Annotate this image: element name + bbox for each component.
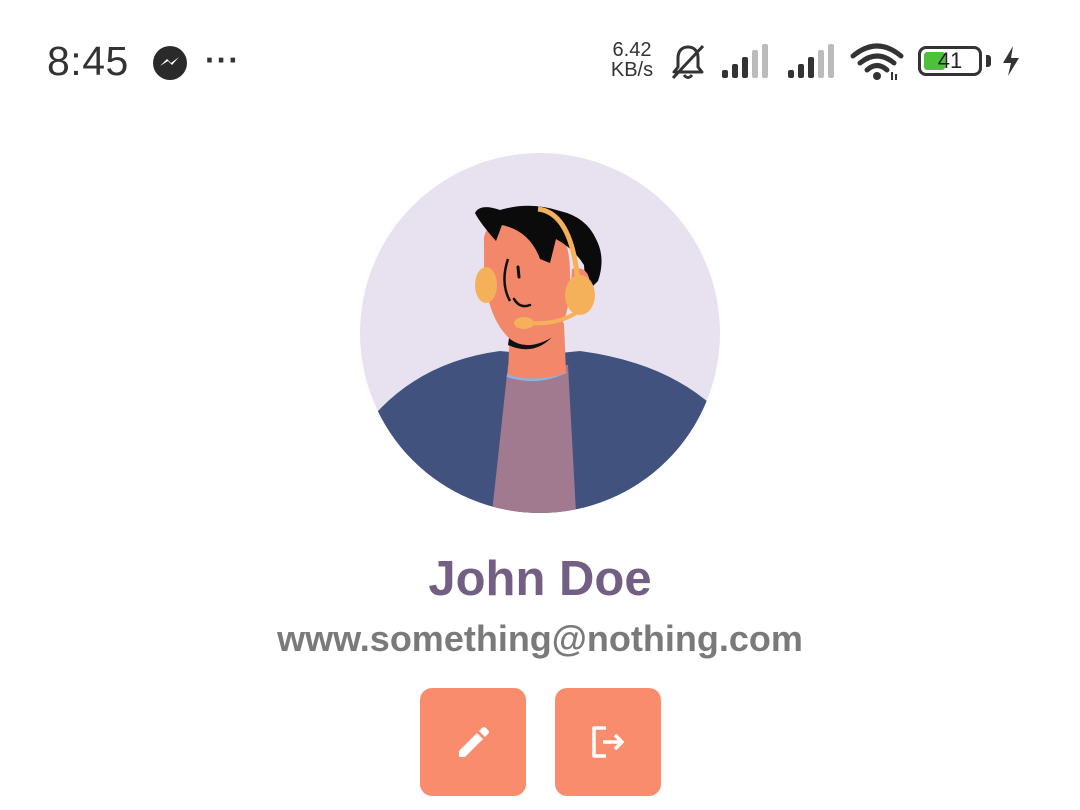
network-speed-unit: KB/s (610, 59, 654, 81)
messenger-icon (153, 46, 187, 80)
profile-name: John Doe (428, 552, 652, 606)
battery-level: 41 (937, 48, 963, 73)
status-time: 8:45 (47, 38, 129, 84)
bell-off-icon (671, 44, 705, 80)
battery-tip (986, 55, 991, 67)
profile-email: www.something@nothing.com (277, 618, 803, 659)
battery-icon: 41 (918, 46, 982, 76)
charging-icon (1003, 46, 1019, 76)
pencil-icon (459, 727, 489, 757)
logout-button[interactable] (555, 688, 661, 796)
avatar (360, 153, 720, 513)
signal-icon (722, 44, 768, 78)
network-speed: 6.42 KB/s (604, 40, 660, 80)
network-speed-value: 6.42 (612, 39, 652, 61)
wifi-icon (850, 43, 904, 80)
edit-profile-button[interactable] (420, 688, 526, 796)
status-bar: 8:45 ··· 6.42 KB/s 41 (0, 0, 1080, 120)
signal-icon (788, 44, 834, 78)
logout-icon (592, 726, 624, 758)
more-notifications-icon: ··· (205, 42, 240, 78)
